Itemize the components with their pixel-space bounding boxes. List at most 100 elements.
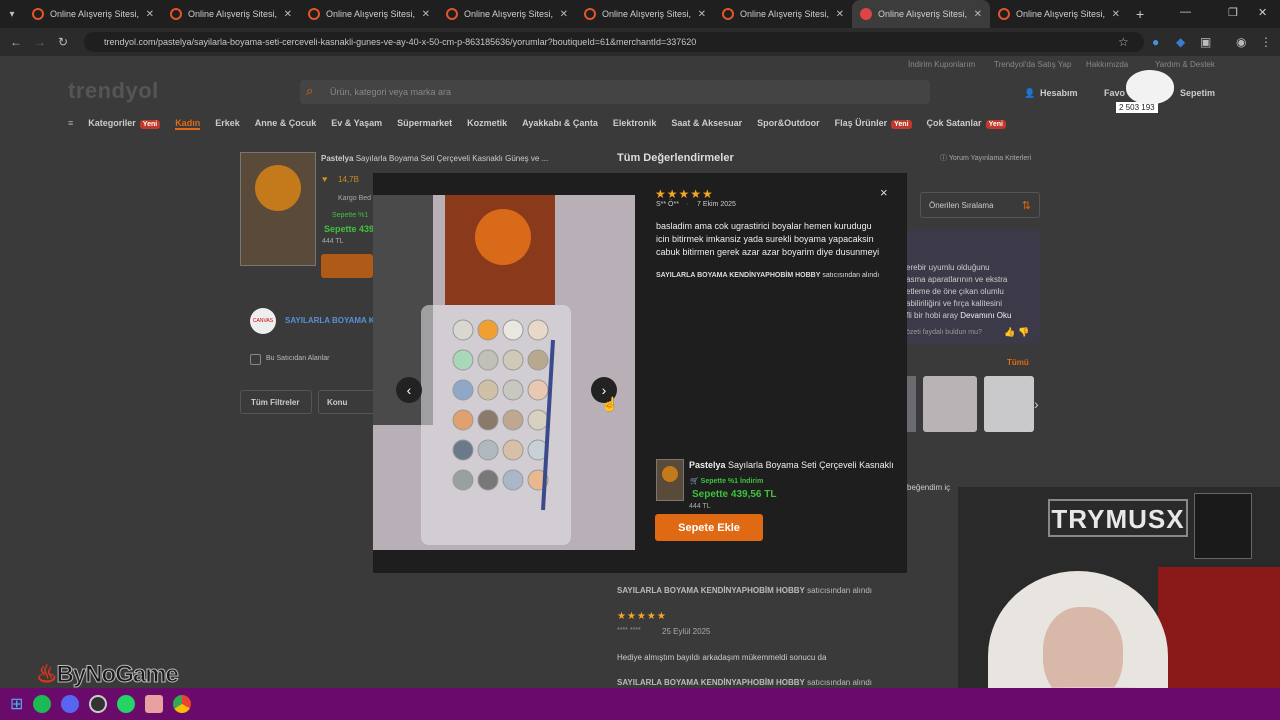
nav-item[interactable]: Erkek	[215, 118, 240, 130]
browser-tab[interactable]: Online Alışveriş Sitesi, Tü ✕	[990, 0, 1128, 28]
seller-filter-label: Bu Satıcıdan Alanlar	[266, 355, 330, 362]
nav-item[interactable]: Anne & Çocuk	[255, 118, 317, 130]
nav-item-active[interactable]: Kadın	[175, 118, 201, 130]
forward-icon[interactable]: →	[34, 35, 46, 49]
browser-tab[interactable]: Online Alışveriş Sitesi, Tü ✕	[438, 0, 576, 28]
nav-item[interactable]: Spor&Outdoor	[757, 118, 820, 130]
review-photo-thumb[interactable]	[923, 376, 977, 432]
site-logo[interactable]: trendyol	[68, 78, 159, 104]
nav-item[interactable]: Saat & Aksesuar	[671, 118, 742, 130]
nav-item[interactable]: Kategoriler Yeni	[88, 118, 161, 130]
modal-old-price: 444 TL	[689, 503, 711, 510]
product-thumbnail[interactable]	[240, 152, 316, 266]
modal-product-thumbnail[interactable]	[656, 459, 684, 501]
browser-tab[interactable]: Online Alışveriş Sitesi, Tü ✕	[576, 0, 714, 28]
minimize-icon[interactable]: —	[1180, 6, 1191, 18]
nav-item[interactable]: Çok Satanlar Yeni	[927, 118, 1006, 130]
menu-kebab-icon[interactable]: ⋮	[1260, 35, 1272, 49]
modal-product-title[interactable]: Pastelya Sayılarla Boyama Seti Çerçeveli…	[689, 460, 894, 470]
trendyol-favicon-icon	[860, 8, 872, 20]
nav-item[interactable]: Süpermarket	[397, 118, 452, 130]
trendyol-favicon-icon	[446, 8, 458, 20]
tab-list-icon[interactable]: ▾	[0, 9, 24, 20]
review-criteria-link[interactable]: ⓘ Yorum Yayınlama Kriterleri	[940, 153, 1031, 163]
add-to-cart-button[interactable]: Sepete Ekle	[655, 514, 763, 541]
cart-link[interactable]: Sepetim	[1180, 88, 1215, 98]
chrome-icon[interactable]	[173, 695, 192, 713]
read-more-link[interactable]: Devamını Oku	[960, 311, 1011, 320]
new-tab-icon[interactable]: +	[1136, 6, 1144, 22]
close-tab-icon[interactable]: ✕	[974, 9, 982, 20]
browser-tab[interactable]: Online Alışveriş Sitesi, Tü ✕	[162, 0, 300, 28]
close-tab-icon[interactable]: ✕	[1112, 9, 1120, 20]
see-all-link[interactable]: Tümü	[1007, 358, 1029, 367]
favorite-count: 14,7B	[338, 175, 359, 184]
trendyol-favicon-icon	[32, 8, 44, 20]
paint-pots-icon	[452, 319, 555, 511]
add-to-cart-button-dimmed[interactable]	[321, 254, 373, 278]
sort-dropdown[interactable]: Önerilen Sıralama ⇅	[920, 192, 1040, 218]
seller-name-link[interactable]: SAYILARLA BOYAMA KE	[285, 316, 380, 325]
close-modal-icon[interactable]: ×	[880, 185, 888, 200]
tab-title: Online Alışveriş Sitesi, Tü	[50, 9, 140, 19]
all-filters-button[interactable]: Tüm Filtreler	[240, 390, 312, 414]
nav-item[interactable]: Flaş Ürünler Yeni	[835, 118, 912, 130]
reload-icon[interactable]: ↻	[58, 35, 68, 49]
address-bar: ← → ↻ trendyol.com/pastelya/sayilarla-bo…	[0, 28, 1280, 56]
close-tab-icon[interactable]: ✕	[560, 9, 568, 20]
review-photo-thumb[interactable]	[906, 376, 916, 432]
obs-icon[interactable]	[89, 695, 108, 713]
close-tab-icon[interactable]: ✕	[422, 9, 430, 20]
carousel-next-icon[interactable]: ›	[1034, 396, 1039, 412]
close-window-icon[interactable]: ✕	[1258, 6, 1267, 19]
url-input[interactable]: trendyol.com/pastelya/sayilarla-boyama-s…	[84, 32, 1144, 52]
header-link[interactable]: İndirim Kuponlarım	[908, 60, 975, 69]
product-title[interactable]: Pastelya Sayılarla Boyama Seti Çerçeveli…	[321, 154, 571, 163]
search-input[interactable]: Ürün, kategori veya marka ara	[300, 80, 930, 104]
nav-item[interactable]: Elektronik	[613, 118, 657, 130]
discord-icon[interactable]	[61, 695, 80, 713]
search-icon: ⌕	[306, 83, 314, 98]
trendyol-favicon-icon	[722, 8, 734, 20]
photos-icon[interactable]	[145, 695, 164, 713]
extension-icon[interactable]: ●	[1152, 35, 1159, 49]
maximize-icon[interactable]: ❐	[1228, 6, 1238, 19]
spotify-icon[interactable]	[33, 695, 52, 713]
close-tab-icon[interactable]: ✕	[284, 9, 292, 20]
account-link[interactable]: Hesabım	[1040, 88, 1078, 98]
discount-label: Sepette %1	[332, 212, 369, 219]
thumbs-down-icon[interactable]: 👎	[1018, 327, 1029, 338]
favorites-link[interactable]: Favo	[1104, 88, 1125, 98]
extension-icon[interactable]: ◆	[1176, 35, 1185, 49]
header-link[interactable]: Yardım & Destek	[1155, 60, 1215, 69]
dot-separator: ·	[686, 201, 689, 208]
nav-item[interactable]: Ayakkabı & Çanta	[522, 118, 598, 130]
topic-filter-button[interactable]: Konu	[318, 390, 378, 414]
header-link[interactable]: Hakkımızda	[1086, 60, 1128, 69]
profile-icon[interactable]: ◉	[1236, 35, 1246, 49]
photo-prev-button[interactable]: ‹	[396, 377, 422, 403]
browser-tab-active[interactable]: Online Alışveriş Sitesi, Tür ✕	[852, 0, 990, 28]
nav-item[interactable]: Kozmetik	[467, 118, 507, 130]
seller-filter-checkbox[interactable]	[250, 354, 261, 365]
close-tab-icon[interactable]: ✕	[146, 9, 154, 20]
browser-tab[interactable]: Online Alışveriş Sitesi, Tü ✕	[300, 0, 438, 28]
back-icon[interactable]: ←	[10, 35, 22, 49]
extensions-puzzle-icon[interactable]: ▣	[1200, 35, 1211, 49]
nav-item[interactable]: Ev & Yaşam	[331, 118, 382, 130]
summary-text: erebir uyumlu olduğunu asma aparatlarını…	[906, 263, 1012, 320]
close-tab-icon[interactable]: ✕	[698, 9, 706, 20]
reviewer-name: S** Ö**	[656, 201, 679, 208]
browser-tab[interactable]: Online Alışveriş Sitesi, Tü ✕	[714, 0, 852, 28]
close-tab-icon[interactable]: ✕	[836, 9, 844, 20]
whatsapp-icon[interactable]	[117, 695, 136, 713]
bookmark-star-icon[interactable]: ☆	[1118, 35, 1129, 49]
sun-artwork-icon	[255, 165, 301, 211]
browser-tab[interactable]: Online Alışveriş Sitesi, Tü ✕	[24, 0, 162, 28]
header-link[interactable]: Trendyol'da Satış Yap	[994, 60, 1071, 69]
review-photo-thumb[interactable]	[984, 376, 1034, 432]
windows-start-icon[interactable]: ⊞	[10, 694, 23, 714]
browser-tab-bar: ▾ Online Alışveriş Sitesi, Tü ✕ Online Al…	[0, 0, 1280, 28]
tab-title: Online Alışveriş Sitesi, Tü	[188, 9, 278, 19]
thumbs-up-icon[interactable]: 👍	[1004, 327, 1015, 338]
